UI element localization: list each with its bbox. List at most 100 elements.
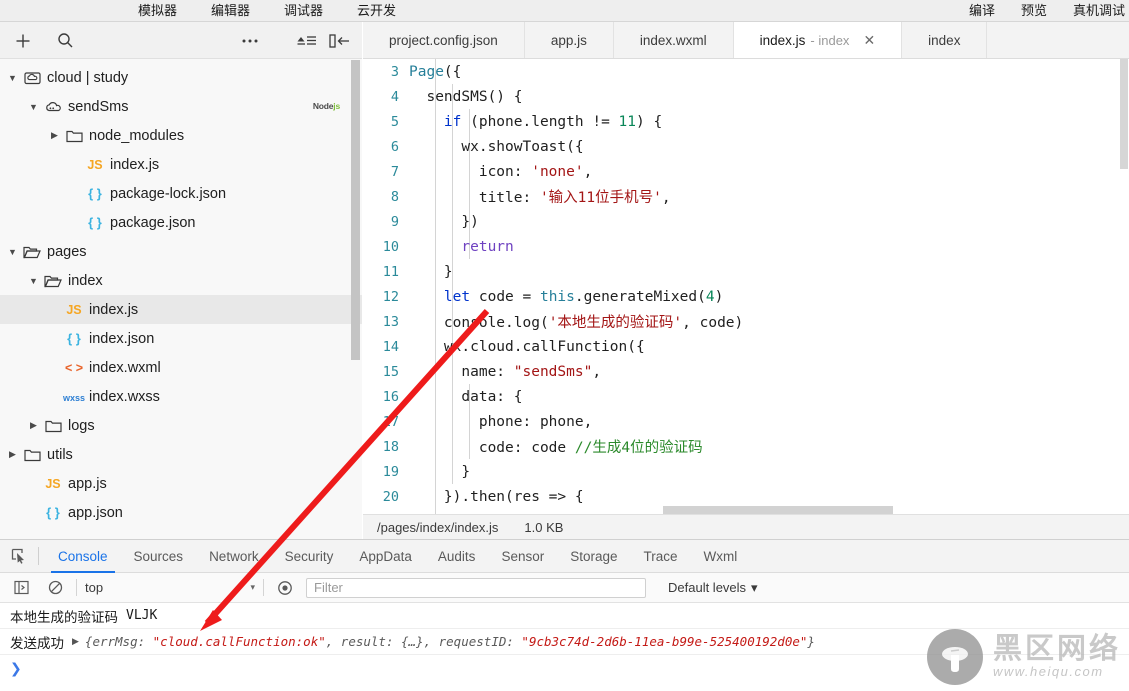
devtools-tab-audits[interactable]: Audits bbox=[425, 540, 489, 573]
chevron-down-icon[interactable]: ▼ bbox=[27, 276, 40, 286]
top-menu-debugger[interactable]: 调试器 bbox=[284, 0, 323, 22]
code-line[interactable]: 7 icon: 'none', bbox=[363, 159, 1129, 184]
inspect-element-icon[interactable] bbox=[0, 548, 38, 564]
code-line[interactable]: 10 return bbox=[363, 234, 1129, 259]
tree-item-label: index.wxss bbox=[89, 388, 160, 405]
devtools-tab-sensor[interactable]: Sensor bbox=[488, 540, 557, 573]
close-icon[interactable]: ✕ bbox=[863, 32, 875, 49]
code-line[interactable]: 8 title: '输入11位手机号', bbox=[363, 184, 1129, 209]
devtools-tab-storage[interactable]: Storage bbox=[557, 540, 630, 573]
editor-tab-index[interactable]: index bbox=[902, 22, 988, 58]
code-line[interactable]: 16 data: { bbox=[363, 384, 1129, 409]
more-icon[interactable] bbox=[235, 22, 265, 59]
collapse-all-icon[interactable] bbox=[292, 22, 322, 59]
chevron-down-icon[interactable]: ▼ bbox=[6, 247, 19, 257]
devtools-tab-trace[interactable]: Trace bbox=[631, 540, 691, 573]
editor-horizontal-scrollbar[interactable] bbox=[663, 506, 893, 514]
chevron-down-icon[interactable]: ▼ bbox=[6, 73, 19, 83]
chevron-right-icon[interactable]: ▶ bbox=[48, 130, 61, 141]
tree-item-cloud-study[interactable]: ▼ cloud | study bbox=[0, 63, 362, 92]
top-menu-remote-debug[interactable]: 真机调试 bbox=[1073, 0, 1125, 22]
js-icon: JS bbox=[87, 158, 103, 172]
add-file-icon[interactable] bbox=[8, 22, 38, 59]
console-log-message: 本地生成的验证码 bbox=[10, 609, 118, 625]
console-sidebar-icon[interactable] bbox=[8, 575, 34, 601]
code-line[interactable]: 11 } bbox=[363, 259, 1129, 284]
devtools-tab-network[interactable]: Network bbox=[196, 540, 272, 573]
code-line[interactable]: 18 code: code //生成4位的验证码 bbox=[363, 434, 1129, 459]
tree-item-pages[interactable]: ▼ pages bbox=[0, 237, 362, 266]
scrollbar-thumb[interactable] bbox=[1120, 59, 1128, 169]
search-icon[interactable] bbox=[50, 22, 80, 59]
line-number: 4 bbox=[390, 88, 399, 105]
top-menu-preview[interactable]: 预览 bbox=[1021, 0, 1047, 22]
tree-item-package.json[interactable]: { } package.json bbox=[0, 208, 362, 237]
tree-item-package-lock.json[interactable]: { } package-lock.json bbox=[0, 179, 362, 208]
code-line[interactable]: 4 sendSMS() { bbox=[363, 84, 1129, 109]
top-menu-compile[interactable]: 编译 bbox=[969, 0, 995, 22]
console-output: 本地生成的验证码 VLJK 发送成功 ▶ {errMsg: "cloud.cal… bbox=[0, 603, 1129, 681]
devtools-tab-sources[interactable]: Sources bbox=[121, 540, 197, 573]
folder-icon bbox=[61, 129, 87, 143]
chevron-right-icon[interactable]: ▶ bbox=[27, 420, 40, 431]
console-object-row[interactable]: 发送成功 ▶ {errMsg: "cloud.callFunction:ok",… bbox=[0, 629, 1129, 655]
code-line[interactable]: 17 phone: phone, bbox=[363, 409, 1129, 434]
toggle-panel-icon[interactable] bbox=[325, 22, 355, 59]
console-levels-selector[interactable]: Default levels ▾ bbox=[668, 580, 758, 596]
devtools-tab-appdata[interactable]: AppData bbox=[346, 540, 425, 573]
tree-item-index[interactable]: ▼ index bbox=[0, 266, 362, 295]
top-menu-cloud-dev[interactable]: 云开发 bbox=[357, 0, 396, 22]
code-line[interactable]: 13 console.log('本地生成的验证码', code) bbox=[363, 309, 1129, 334]
prompt-chevron-icon: ❯ bbox=[10, 659, 22, 676]
tree-item-index.json[interactable]: { } index.json bbox=[0, 324, 362, 353]
editor-tab-bar[interactable]: project.config.json app.js index.wxml index… bbox=[363, 22, 1129, 59]
code-line-text: }) bbox=[409, 213, 479, 230]
editor-vertical-scrollbar[interactable] bbox=[1119, 59, 1129, 514]
code-line[interactable]: 9 }) bbox=[363, 209, 1129, 234]
top-menu-simulator[interactable]: 模拟器 bbox=[138, 0, 177, 22]
file-tree[interactable]: ▼ cloud | study ▼ sendSms Nodejs ▶ node_module… bbox=[0, 59, 362, 539]
tree-item-index.js[interactable]: JS index.js bbox=[0, 150, 362, 179]
console-filter-input[interactable] bbox=[306, 577, 646, 598]
chevron-down-icon[interactable]: ▼ bbox=[27, 102, 40, 112]
code-area[interactable]: 3 Page({4 sendSMS() {5 if (phone.length !… bbox=[363, 59, 1129, 514]
folder-open-icon bbox=[40, 274, 66, 288]
editor-tab-project-config-json[interactable]: project.config.json bbox=[363, 22, 525, 58]
chevron-right-icon[interactable]: ▶ bbox=[6, 449, 19, 460]
tree-item-sendsms[interactable]: ▼ sendSms Nodejs bbox=[0, 92, 362, 121]
code-line[interactable]: 5 if (phone.length != 11) { bbox=[363, 109, 1129, 134]
console-log-value: VLJK bbox=[126, 608, 158, 623]
console-log-row[interactable]: 本地生成的验证码 VLJK bbox=[0, 603, 1129, 629]
live-expression-icon[interactable] bbox=[272, 575, 298, 601]
devtools-tabs[interactable]: Console Sources Network Security AppData Audi… bbox=[45, 540, 750, 573]
editor-tab-index-js[interactable]: index.js - index ✕ bbox=[733, 22, 903, 58]
code-line[interactable]: 6 wx.showToast({ bbox=[363, 134, 1129, 159]
console-object-message: 发送成功 bbox=[10, 635, 64, 651]
expand-arrow-icon[interactable]: ▶ bbox=[72, 636, 79, 647]
tree-item-index.wxml[interactable]: < > index.wxml bbox=[0, 353, 362, 382]
console-input-prompt[interactable]: ❯ bbox=[0, 655, 1129, 681]
divider bbox=[263, 579, 264, 596]
tree-item-index.js[interactable]: JS index.js bbox=[0, 295, 362, 324]
tree-item-node_modules[interactable]: ▶ node_modules bbox=[0, 121, 362, 150]
tree-item-index.wxss[interactable]: wxss index.wxss bbox=[0, 382, 362, 411]
code-line[interactable]: 14 wx.cloud.callFunction({ bbox=[363, 334, 1129, 359]
line-number: 16 bbox=[382, 388, 399, 405]
editor-tab-app-js[interactable]: app.js bbox=[525, 22, 614, 58]
devtools-tab-console[interactable]: Console bbox=[45, 540, 121, 573]
code-line[interactable]: 12 let code = this.generateMixed(4) bbox=[363, 284, 1129, 309]
editor-tab-index-wxml[interactable]: index.wxml bbox=[614, 22, 734, 58]
devtools-tab-wxml[interactable]: Wxml bbox=[691, 540, 751, 573]
sidebar-scrollbar[interactable] bbox=[351, 60, 360, 360]
console-context-selector[interactable]: top ▾ bbox=[85, 580, 255, 595]
code-line[interactable]: 3 Page({ bbox=[363, 59, 1129, 84]
tree-item-app.js[interactable]: JS app.js bbox=[0, 469, 362, 498]
top-menu-editor[interactable]: 编辑器 bbox=[211, 0, 250, 22]
tree-item-app.json[interactable]: { } app.json bbox=[0, 498, 362, 527]
code-line[interactable]: 19 } bbox=[363, 459, 1129, 484]
devtools-tab-security[interactable]: Security bbox=[272, 540, 347, 573]
tree-item-logs[interactable]: ▶ logs bbox=[0, 411, 362, 440]
tree-item-utils[interactable]: ▶ utils bbox=[0, 440, 362, 469]
code-line[interactable]: 15 name: "sendSms", bbox=[363, 359, 1129, 384]
clear-console-icon[interactable] bbox=[42, 575, 68, 601]
